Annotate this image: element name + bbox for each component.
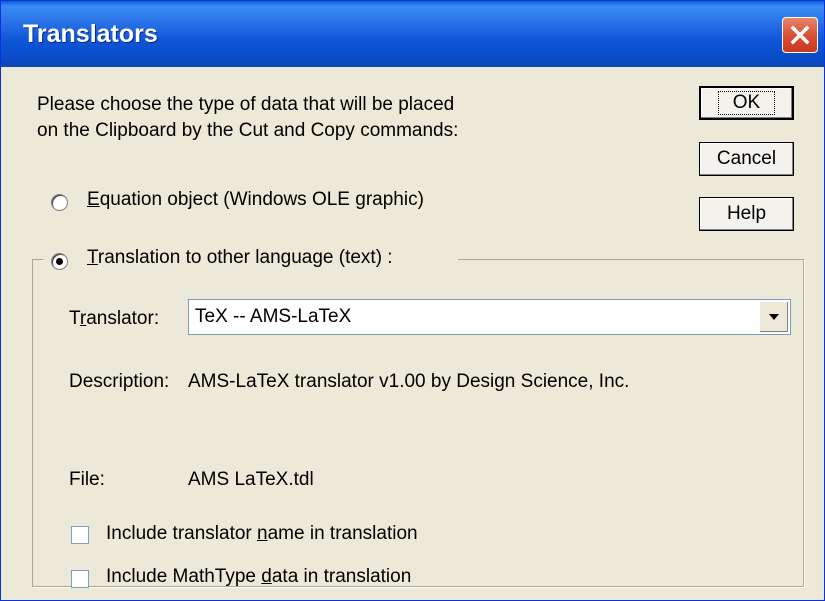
translators-dialog: Translators Please choose the type of da… (0, 0, 825, 601)
close-button[interactable] (782, 17, 818, 53)
translation-label[interactable]: Translation to other language (text) : (87, 247, 393, 269)
intro-line-1: Please choose the type of data that will… (37, 94, 455, 115)
equation-object-label[interactable]: Equation object (Windows OLE graphic) (87, 189, 424, 211)
equation-object-radio[interactable] (51, 194, 68, 211)
include-mathtype-data-label[interactable]: Include MathType data in translation (106, 566, 411, 588)
ok-button[interactable]: OK (699, 86, 794, 120)
translation-radio[interactable] (51, 253, 68, 270)
chevron-down-icon (769, 314, 779, 320)
dropdown-arrow-button[interactable] (759, 302, 788, 332)
include-translator-name-checkbox[interactable] (71, 526, 89, 544)
help-button[interactable]: Help (699, 197, 794, 231)
translator-select[interactable]: TeX -- AMS-LaTeX (188, 299, 791, 335)
radio-selected-dot (56, 258, 63, 265)
description-label: Description: (69, 371, 170, 392)
cancel-button[interactable]: Cancel (699, 142, 794, 176)
file-label: File: (69, 469, 105, 490)
window-title: Translators (23, 20, 158, 48)
translator-label: Translator: (69, 308, 160, 329)
file-value: AMS LaTeX.tdl (188, 469, 314, 490)
include-mathtype-data-checkbox[interactable] (71, 570, 89, 588)
translator-select-value: TeX -- AMS-LaTeX (195, 306, 352, 327)
close-icon (790, 25, 810, 45)
title-bar[interactable]: Translators (1, 1, 824, 67)
description-value: AMS-LaTeX translator v1.00 by Design Sci… (188, 371, 630, 392)
intro-line-2: on the Clipboard by the Cut and Copy com… (37, 120, 459, 141)
include-translator-name-label[interactable]: Include translator name in translation (106, 523, 418, 545)
ok-button-label: OK (717, 91, 776, 115)
